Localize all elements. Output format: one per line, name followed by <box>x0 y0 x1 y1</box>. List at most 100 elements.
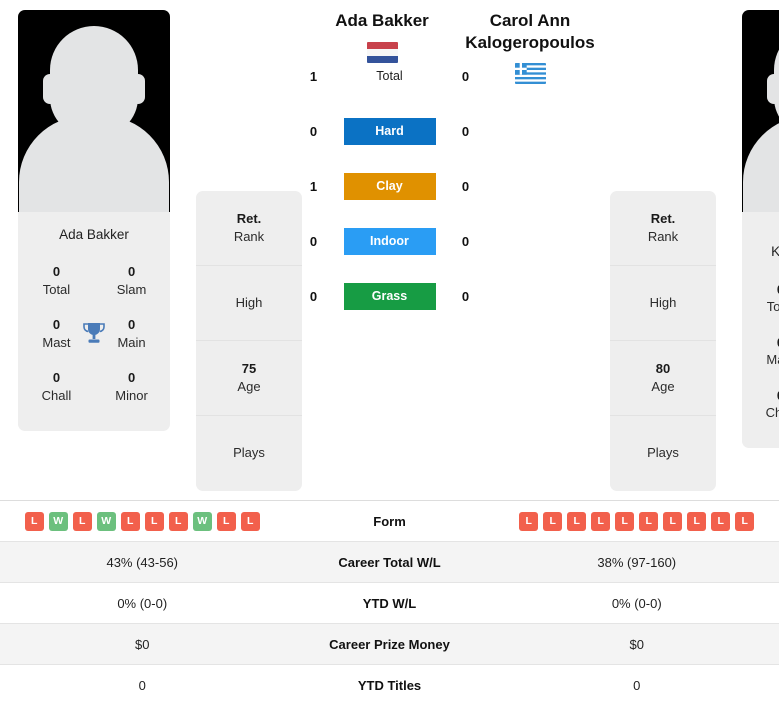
player-name-block-right: Carol Ann Kalogeropoulos <box>456 10 604 85</box>
form-badge[interactable]: W <box>96 511 116 531</box>
form-badge[interactable]: L <box>543 511 563 531</box>
form-badge[interactable]: L <box>567 511 587 531</box>
form-badge[interactable]: W <box>192 511 212 531</box>
titles-cell-minor: 0 Minor <box>107 369 156 404</box>
form-badge[interactable]: L <box>168 511 188 531</box>
h2h-label-indoor[interactable]: Indoor <box>343 227 436 255</box>
form-badge[interactable]: L <box>711 511 731 531</box>
info-label: Rank <box>647 229 679 244</box>
info-label: High <box>649 294 677 310</box>
form-badge[interactable]: L <box>615 511 635 531</box>
info-cell-rank-right: Ret. Rank <box>610 191 716 266</box>
h2h-left-count: 0 <box>309 288 318 304</box>
info-label: Age <box>651 379 675 394</box>
player-card-right[interactable]: Carol Ann Kalogeropoulos 0 Total 0 Slam … <box>742 10 779 448</box>
avatar-left <box>18 10 170 212</box>
stat-value-right: 0% (0-0) <box>611 595 662 611</box>
h2h-left-count: 1 <box>309 178 318 194</box>
titles-row: 0 Total 0 Slam <box>28 255 160 308</box>
info-cell-age-right: 80 Age <box>610 341 716 416</box>
form-badge[interactable]: L <box>639 511 659 531</box>
h2h-right-count: 0 <box>461 178 470 194</box>
h2h-left-count: 0 <box>309 123 318 139</box>
h2h-label-clay[interactable]: Clay <box>343 172 436 200</box>
titles-row: 0 Chall 0 Minor <box>28 361 160 414</box>
form-strip-left: LWLWLLLWLL <box>24 511 260 531</box>
info-label: Plays <box>233 445 265 461</box>
form-badge[interactable]: L <box>591 511 611 531</box>
titles-cell-slam: 0 Slam <box>107 263 156 298</box>
h2h-left-count: 0 <box>309 233 318 249</box>
titles-row: 0 Total 0 Slam <box>752 273 779 326</box>
titles-value: 0 <box>52 317 61 333</box>
titles-value: 0 <box>52 264 61 280</box>
info-value: 75 <box>241 360 257 376</box>
info-value: Ret. <box>650 210 676 226</box>
greece-flag-icon <box>514 63 546 85</box>
info-cell-high-left: High <box>196 266 302 341</box>
player-card-left[interactable]: Ada Bakker 0 Total 0 Slam 0 Mast 0 Main … <box>18 10 170 431</box>
info-label: Plays <box>647 445 679 461</box>
form-badge[interactable]: L <box>735 511 755 531</box>
h2h-label-total: Total <box>376 69 403 83</box>
trophy-icon <box>81 322 107 346</box>
form-badge[interactable]: L <box>663 511 683 531</box>
player-card-name-left: Ada Bakker <box>59 227 129 242</box>
h2h-label-hard[interactable]: Hard <box>343 117 436 145</box>
titles-row: 0 Chall 0 Minor <box>752 379 779 432</box>
h2h-row-total: 1 Total 0 <box>305 62 475 90</box>
titles-cell-chall: 0 Chall <box>32 369 81 404</box>
titles-value: 0 <box>756 281 779 299</box>
stat-label-form: Form <box>373 513 406 529</box>
titles-value: 0 <box>52 370 61 386</box>
head-to-head-column: Ada Bakker Carol Ann Kalogeropoulos 1 To… <box>302 10 610 310</box>
avatar-right <box>742 10 779 212</box>
form-badge[interactable]: L <box>144 511 164 531</box>
stat-label-career-prize-money: Career Prize Money <box>329 636 450 652</box>
info-cell-plays-left: Plays <box>196 416 302 491</box>
form-right: LLLLLLLLLL <box>495 511 779 531</box>
info-cell-age-left: 75 Age <box>196 341 302 416</box>
titles-label: Main <box>117 334 146 350</box>
table-row-career-wl: 43% (43-56) Career Total W/L 38% (97-160… <box>0 542 779 583</box>
titles-cell-mast: 0 Mast <box>32 316 81 351</box>
h2h-right-count: 0 <box>461 233 470 249</box>
form-badge[interactable]: L <box>120 511 140 531</box>
titles-cell-mast: 0 Mast <box>756 334 779 369</box>
form-badge[interactable]: W <box>48 511 68 531</box>
h2h-label-grass[interactable]: Grass <box>343 282 436 310</box>
form-badge[interactable]: L <box>72 511 92 531</box>
table-row-ytd-titles: 0 YTD Titles 0 <box>0 665 779 706</box>
stat-value-right: 0 <box>633 678 641 693</box>
titles-row: 0 Mast 0 Main <box>752 326 779 379</box>
titles-value: 0 <box>127 317 136 333</box>
netherlands-flag-icon <box>366 41 398 63</box>
table-row-ytd-wl: 0% (0-0) YTD W/L 0% (0-0) <box>0 583 779 624</box>
h2h-right-count: 0 <box>461 288 470 304</box>
player-card-name-right: Carol Ann Kalogeropoulos <box>771 244 779 260</box>
titles-value: 0 <box>127 370 136 386</box>
form-badge[interactable]: L <box>687 511 707 531</box>
stat-value-left: $0 <box>135 636 150 652</box>
info-value: Ret. <box>236 210 262 226</box>
player-name-block-left: Ada Bakker <box>308 10 456 63</box>
form-badge[interactable]: L <box>240 511 260 531</box>
form-left: LWLWLLLWLL <box>0 511 285 531</box>
h2h-right-count: 0 <box>461 68 470 84</box>
form-badge[interactable]: L <box>216 511 236 531</box>
stat-value-left: 0 <box>138 678 146 693</box>
stat-label-career-total-wl: Career Total W/L <box>338 554 441 570</box>
form-badge[interactable]: L <box>24 511 44 531</box>
info-value: 80 <box>655 360 671 376</box>
stat-label-ytd-wl: YTD W/L <box>362 595 417 611</box>
form-badge[interactable]: L <box>519 511 539 531</box>
titles-cell-total: 0 Total <box>32 263 81 298</box>
titles-value: 0 <box>756 387 779 405</box>
info-column-left: Ret. Rank High 75 Age Plays <box>196 191 302 491</box>
info-cell-rank-left: Ret. Rank <box>196 191 302 266</box>
titles-grid-right: 0 Total 0 Slam 0 Mast <box>742 273 779 448</box>
titles-label: Chall <box>41 388 72 403</box>
player-comparison-header: Ada Bakker 0 Total 0 Slam 0 Mast 0 Main … <box>0 0 779 500</box>
info-cell-high-right: High <box>610 266 716 341</box>
form-strip-right: LLLLLLLLLL <box>519 511 755 531</box>
